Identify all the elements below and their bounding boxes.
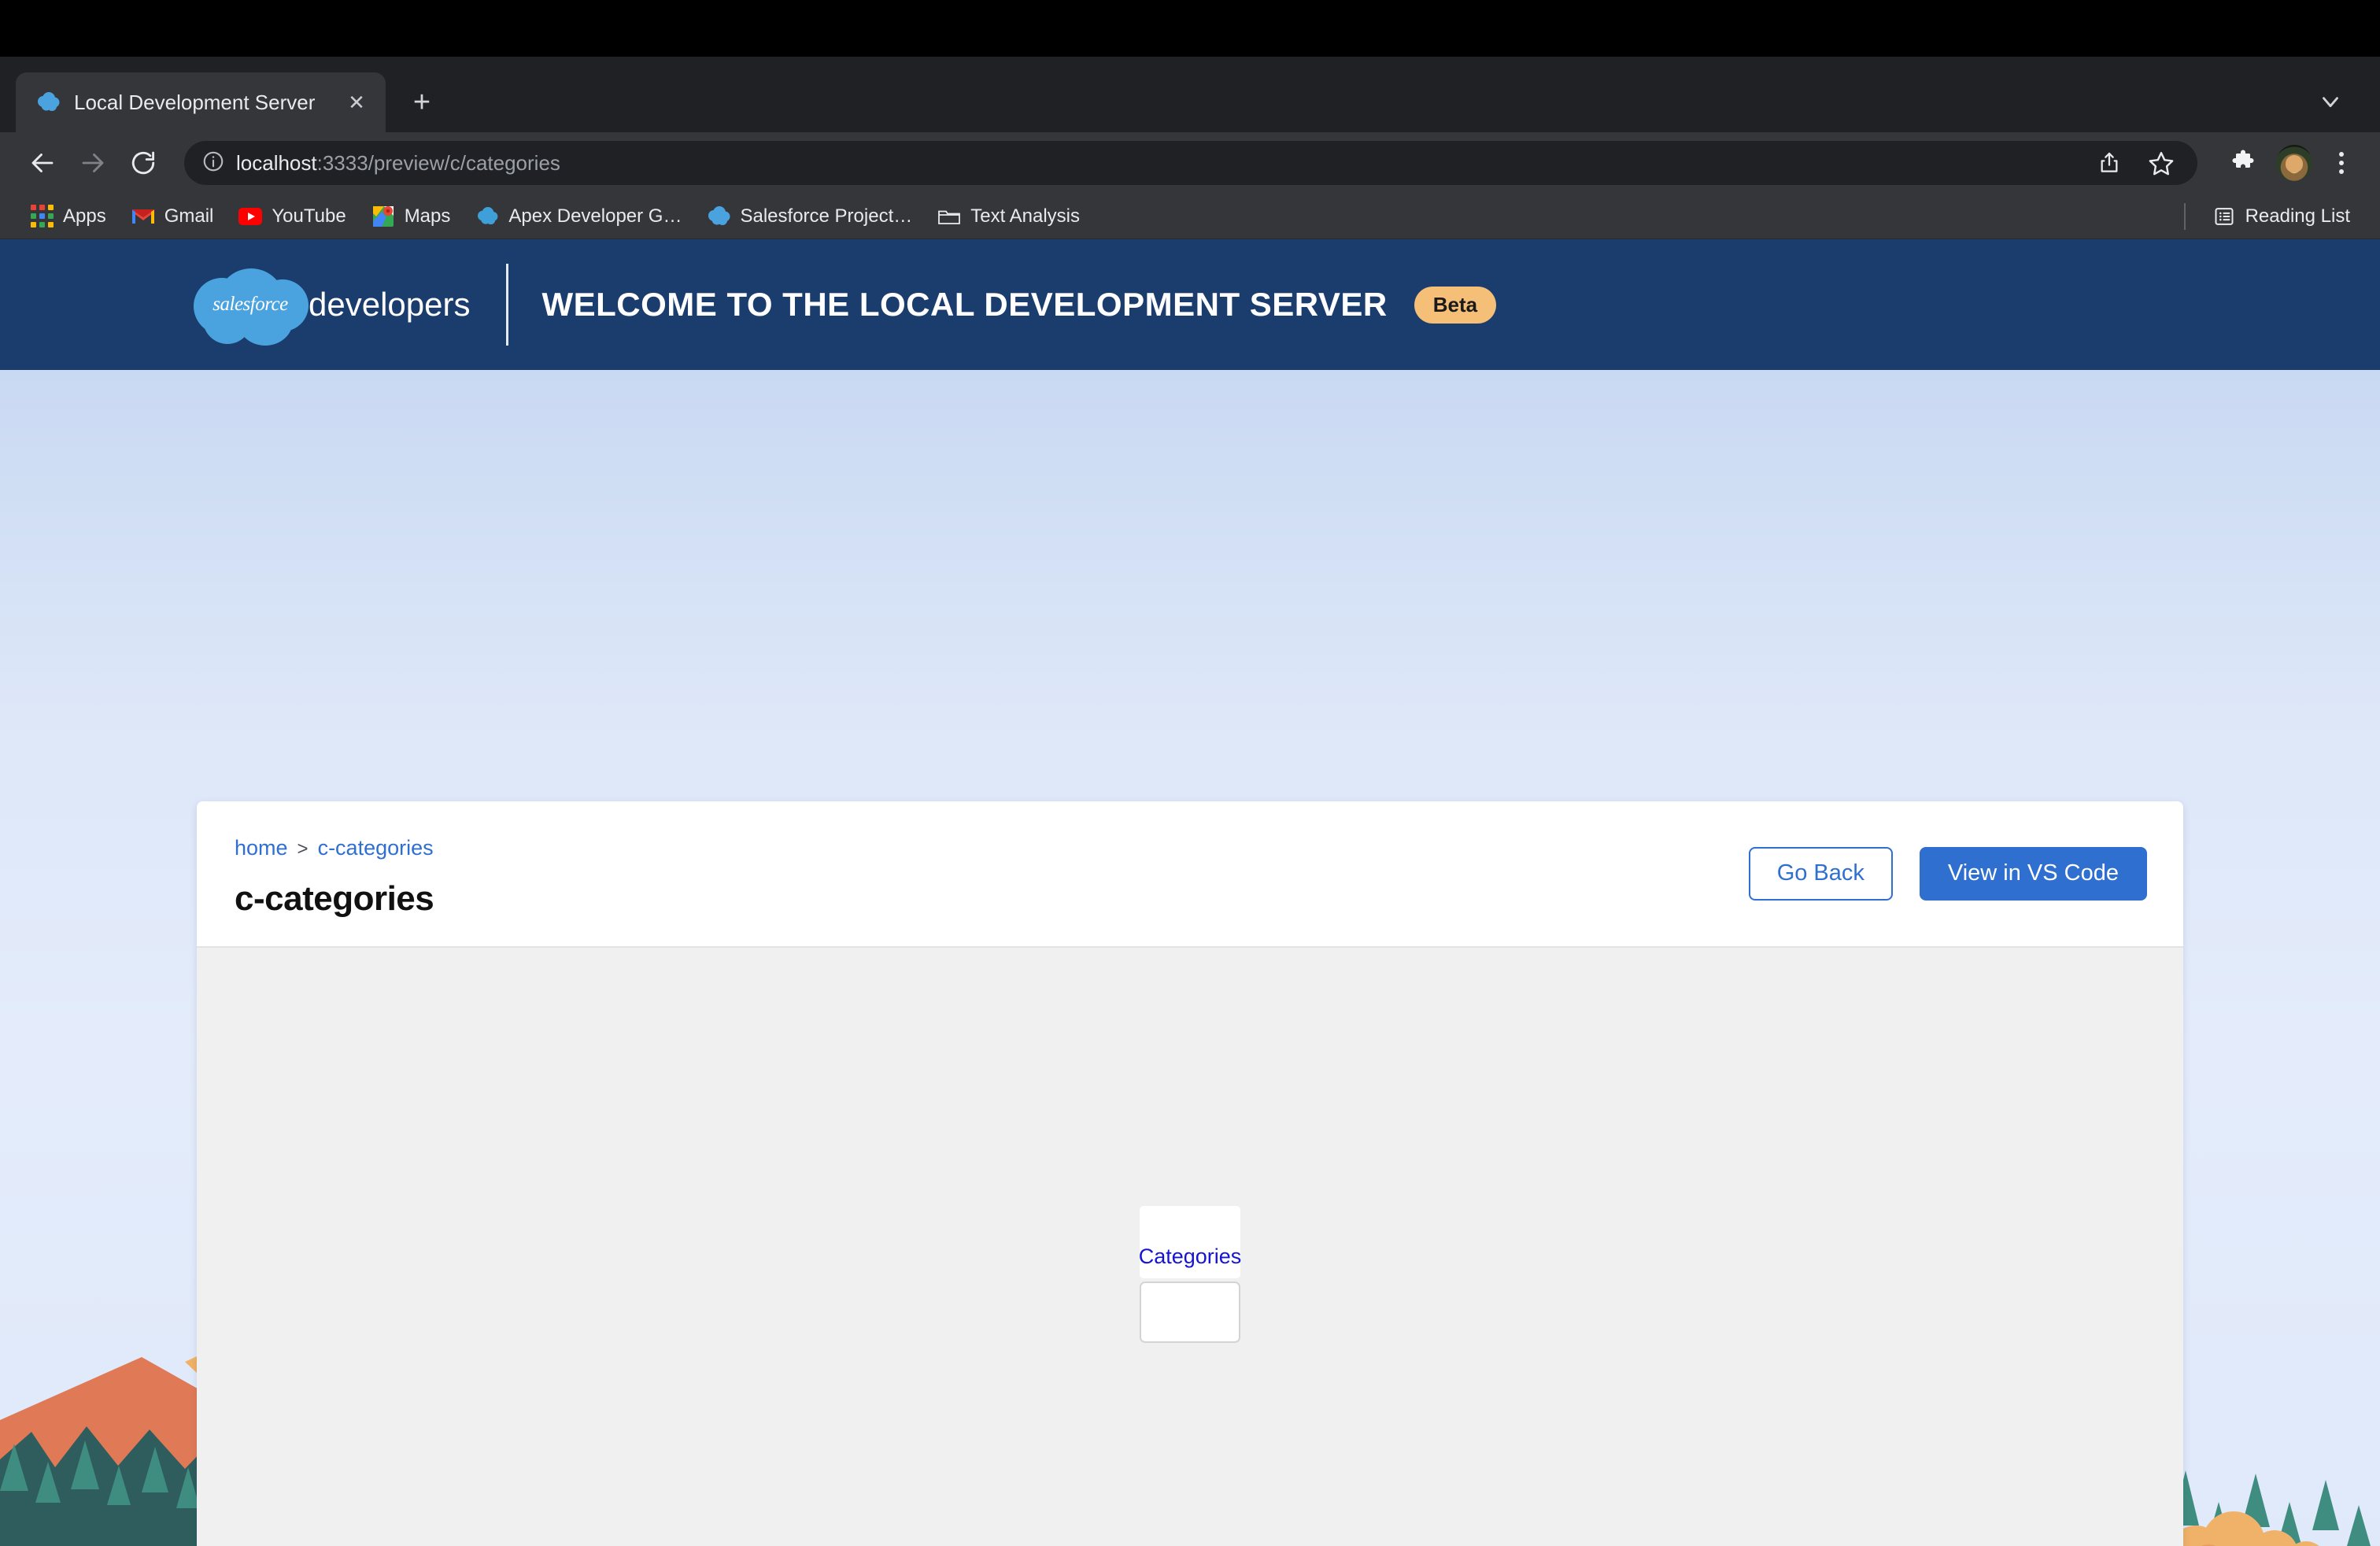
salesforce-cloud-icon — [707, 205, 730, 228]
address-bar-url: localhost:3333/preview/c/categories — [236, 151, 560, 176]
site-information-icon[interactable] — [201, 150, 225, 177]
bookmark-item-youtube[interactable]: YouTube — [226, 200, 358, 233]
folder-icon — [937, 205, 961, 228]
youtube-icon — [238, 205, 263, 228]
address-bar[interactable]: localhost:3333/preview/c/categories — [184, 141, 2197, 185]
bookmark-label: Maps — [404, 205, 451, 227]
puzzle-piece-icon[interactable] — [2221, 141, 2265, 185]
component-preview-area: Categories — [197, 948, 2183, 1546]
bookmark-label: Apex Developer G… — [508, 205, 682, 227]
bookmarks-bar: Apps Gmail YouTube Maps Apex Developer G… — [0, 194, 2380, 239]
developers-wordmark: developers — [309, 286, 471, 323]
view-in-vs-code-button[interactable]: View in VS Code — [1919, 847, 2147, 901]
share-icon[interactable] — [2087, 141, 2131, 185]
back-button[interactable] — [20, 141, 65, 185]
new-tab-button[interactable]: + — [398, 79, 445, 126]
reading-list-icon — [2212, 205, 2236, 228]
reload-button[interactable] — [121, 141, 165, 185]
reading-list-label: Reading List — [2245, 205, 2350, 227]
gmail-icon — [131, 205, 155, 228]
bookmark-item-apps[interactable]: Apps — [17, 200, 119, 233]
os-title-bar — [0, 0, 2380, 57]
categories-label[interactable]: Categories — [1139, 1246, 1242, 1270]
salesforce-developers-logo: salesforce developers — [189, 267, 471, 346]
bookmark-label: Apps — [63, 205, 106, 227]
salesforce-cloud-icon — [475, 205, 499, 228]
bookmark-label: Gmail — [164, 205, 214, 227]
star-icon[interactable] — [2139, 141, 2183, 185]
bookmark-label: YouTube — [272, 205, 346, 227]
browser-toolbar: localhost:3333/preview/c/categories — [0, 132, 2380, 194]
bookmark-item-apex-developer-guide[interactable]: Apex Developer G… — [463, 200, 694, 233]
profile-avatar[interactable] — [2276, 145, 2312, 181]
forward-button[interactable] — [71, 141, 115, 185]
component-preview-card: home > c-categories c-categories Go Back… — [197, 801, 2183, 1546]
card-header: home > c-categories c-categories Go Back… — [197, 801, 2183, 948]
categories-input-box[interactable] — [1140, 1282, 1240, 1343]
bookmark-item-gmail[interactable]: Gmail — [119, 200, 227, 233]
url-path: :3333/preview/c/categories — [316, 150, 560, 175]
bookmark-label: Salesforce Project… — [740, 205, 913, 227]
salesforce-wordmark: salesforce — [213, 294, 288, 315]
card-action-buttons: Go Back View in VS Code — [1748, 847, 2147, 901]
bookmark-label: Text Analysis — [970, 205, 1080, 227]
three-dot-menu-icon[interactable] — [2323, 145, 2360, 181]
go-back-button[interactable]: Go Back — [1748, 847, 1893, 901]
bookmarks-divider — [2183, 202, 2186, 230]
bookmark-item-text-analysis[interactable]: Text Analysis — [925, 200, 1092, 233]
breadcrumb-home-link[interactable]: home — [235, 836, 288, 860]
categories-component-card: Categories — [1139, 1206, 1242, 1278]
beta-badge: Beta — [1414, 286, 1497, 324]
browser-tab-strip: Local Development Server ✕ + — [0, 57, 2380, 132]
breadcrumb-separator: > — [297, 838, 309, 860]
bookmark-item-maps[interactable]: Maps — [359, 200, 464, 233]
browser-tab-active[interactable]: Local Development Server ✕ — [16, 72, 386, 132]
salesforce-cloud-logo-icon: salesforce — [189, 267, 312, 346]
google-maps-icon — [371, 205, 395, 228]
app-header: salesforce developers WELCOME TO THE LOC… — [0, 239, 2380, 370]
app-header-title: WELCOME TO THE LOCAL DEVELOPMENT SERVER — [541, 286, 1388, 323]
bookmark-item-salesforce-project[interactable]: Salesforce Project… — [694, 200, 925, 233]
browser-tab-title: Local Development Server — [74, 90, 316, 114]
close-icon[interactable]: ✕ — [343, 89, 370, 116]
salesforce-cloud-favicon — [36, 92, 60, 113]
chevron-down-icon[interactable] — [2312, 83, 2349, 120]
reading-list-button[interactable]: Reading List — [2200, 200, 2363, 233]
url-host: localhost — [236, 150, 317, 175]
categories-component: Categories — [1139, 1206, 1242, 1343]
page-body: home > c-categories c-categories Go Back… — [0, 370, 2380, 1546]
header-divider — [506, 264, 509, 346]
apps-grid-icon — [30, 205, 54, 228]
breadcrumb-current-link[interactable]: c-categories — [318, 836, 434, 860]
